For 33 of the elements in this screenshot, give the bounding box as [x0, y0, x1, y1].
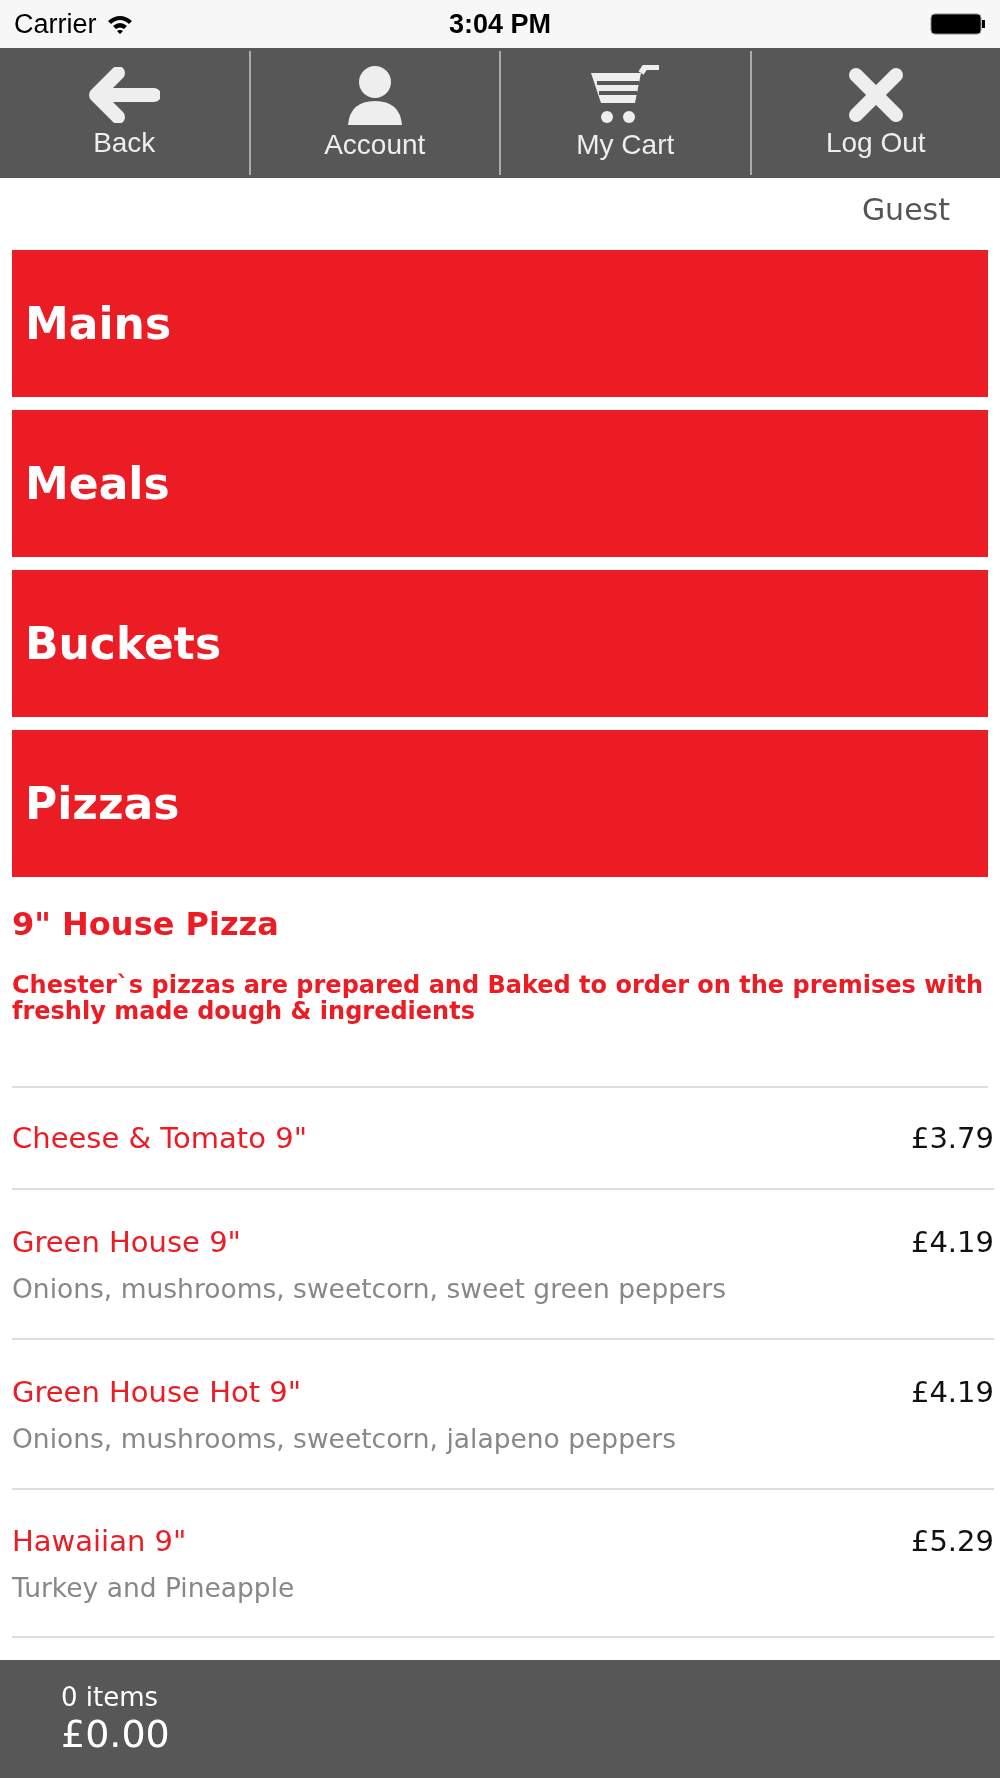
cart-icon — [589, 65, 662, 125]
nav-button[interactable]: Account — [248, 51, 499, 175]
cart-summary-bar[interactable]: 0 items £0.00 — [0, 1660, 1000, 1778]
back-arrow-icon — [88, 67, 161, 123]
category-button[interactable]: Meals — [12, 410, 988, 557]
item-price: £4.19 — [910, 1224, 994, 1259]
cart-total: £0.00 — [61, 1712, 171, 1756]
category-button[interactable]: Mains — [12, 250, 988, 397]
item-name[interactable]: Hawaiian 9" — [12, 1523, 187, 1558]
item-name[interactable]: Green House 9" — [12, 1224, 241, 1259]
nav-button[interactable]: Log Out — [749, 51, 1000, 175]
item-description: Onions, mushrooms, sweetcorn, jalapeno peppers — [12, 1422, 677, 1454]
item-name[interactable]: Green House Hot 9" — [12, 1374, 302, 1409]
item-description: Turkey and Pineapple — [12, 1571, 296, 1603]
item-price: £4.19 — [910, 1374, 994, 1409]
wifi-icon — [106, 14, 133, 34]
battery-icon — [930, 13, 986, 35]
section-description: Chester`s pizzas are prepared and Baked to order on the premises with freshly made dough & ingredients — [12, 973, 985, 1025]
person-icon — [345, 65, 404, 125]
nav-button[interactable]: Back — [0, 51, 249, 175]
close-icon — [847, 67, 904, 123]
carrier-label: Carrier — [14, 8, 97, 40]
category-button[interactable]: Buckets — [12, 570, 988, 717]
clock-time: 3:04 PM — [448, 8, 551, 40]
item-price: £5.29 — [910, 1523, 994, 1558]
item-description: Onions, mushrooms, sweetcorn, sweet green peppers — [12, 1272, 728, 1304]
category-button[interactable]: Pizzas — [12, 730, 988, 877]
item-name[interactable]: Cheese & Tomato 9" — [12, 1121, 307, 1155]
section-title: 9" House Pizza — [12, 905, 280, 943]
item-count: 0 items — [61, 1682, 160, 1712]
nav-button[interactable]: My Cart — [499, 51, 750, 175]
item-price: £3.79 — [910, 1121, 994, 1155]
user-name: Guest — [861, 191, 950, 227]
